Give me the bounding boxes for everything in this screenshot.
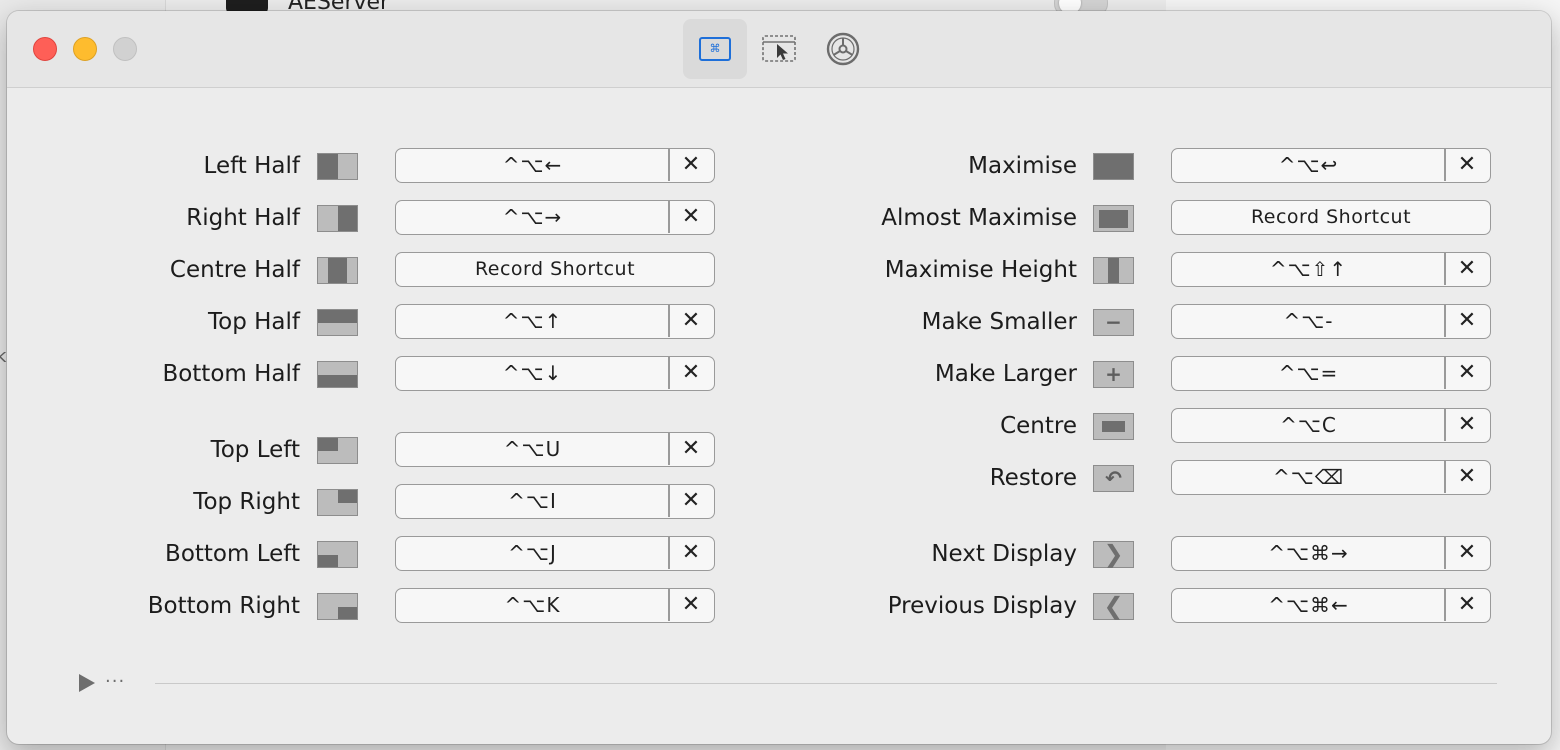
- zoom-window-button[interactable]: [113, 37, 137, 61]
- previous-display-icon: ❮: [1093, 593, 1134, 620]
- clear-shortcut-icon[interactable]: ✕: [1445, 149, 1489, 181]
- shortcut-field[interactable]: ^⌥⌘→ ✕: [1171, 536, 1491, 571]
- title-bar: ⌘: [7, 11, 1551, 88]
- shortcut-row: Maximise Height ^⌥⇧↑ ✕: [7, 252, 1551, 288]
- shortcut-row: Centre ^⌥C ✕: [7, 408, 1551, 444]
- maximise-height-icon: [1093, 257, 1134, 284]
- shortcut-row: Almost Maximise Record Shortcut: [7, 200, 1551, 236]
- shortcut-row: Maximise ^⌥↩ ✕: [7, 148, 1551, 184]
- shortcut-label: Almost Maximise: [881, 205, 1077, 231]
- clear-shortcut-icon[interactable]: ✕: [1445, 589, 1489, 621]
- shortcut-row: Restore ↶ ^⌥⌫ ✕: [7, 460, 1551, 496]
- shortcut-label: Make Larger: [934, 361, 1077, 387]
- shortcut-label: Centre: [1000, 413, 1077, 439]
- close-window-button[interactable]: [33, 37, 57, 61]
- shortcut-label: Next Display: [931, 541, 1077, 567]
- shortcut-field[interactable]: ^⌥- ✕: [1171, 304, 1491, 339]
- shortcut-label: Previous Display: [887, 593, 1077, 619]
- shortcut-keys: ^⌥-: [1283, 309, 1334, 333]
- restore-icon: ↶: [1093, 465, 1134, 492]
- command-key-icon: ⌘: [699, 37, 731, 61]
- shortcut-keys: ^⌥⇧↑: [1269, 257, 1348, 281]
- shortcut-label: Make Smaller: [921, 309, 1077, 335]
- minimize-window-button[interactable]: [73, 37, 97, 61]
- next-display-icon: ❯: [1093, 541, 1134, 568]
- shortcut-keys: ^⌥↩: [1278, 153, 1339, 177]
- record-shortcut-label: Record Shortcut: [1250, 206, 1412, 228]
- shortcut-row: Make Smaller − ^⌥- ✕: [7, 304, 1551, 340]
- make-larger-icon: +: [1093, 361, 1134, 388]
- background-edge-text: k: [0, 346, 7, 367]
- shortcut-field[interactable]: ^⌥= ✕: [1171, 356, 1491, 391]
- clear-shortcut-icon[interactable]: ✕: [1445, 305, 1489, 337]
- shortcut-label: Maximise Height: [884, 257, 1077, 283]
- keyboard-shortcuts-tab[interactable]: ⌘: [683, 19, 747, 79]
- shortcut-row: Next Display ❯ ^⌥⌘→ ✕: [7, 536, 1551, 572]
- gear-icon: [826, 32, 860, 66]
- shortcut-keys: ^⌥⌘←: [1268, 593, 1349, 617]
- shortcut-field[interactable]: ^⌥↩ ✕: [1171, 148, 1491, 183]
- centre-icon: [1093, 413, 1134, 440]
- snap-areas-tab[interactable]: [748, 19, 812, 79]
- record-shortcut-button[interactable]: Record Shortcut: [1171, 200, 1491, 235]
- almost-maximise-icon: [1093, 205, 1134, 232]
- shortcut-row: Make Larger + ^⌥= ✕: [7, 356, 1551, 392]
- clear-shortcut-icon[interactable]: ✕: [1445, 537, 1489, 569]
- window-cursor-icon: [762, 35, 796, 62]
- footer-divider: [155, 683, 1497, 684]
- shortcut-field[interactable]: ^⌥⌫ ✕: [1171, 460, 1491, 495]
- shortcut-keys: ^⌥=: [1278, 361, 1339, 385]
- shortcut-field[interactable]: ^⌥⇧↑ ✕: [1171, 252, 1491, 287]
- shortcut-label: Maximise: [968, 153, 1077, 179]
- shortcut-label: Restore: [989, 465, 1077, 491]
- clear-shortcut-icon[interactable]: ✕: [1445, 357, 1489, 389]
- more-options-icon[interactable]: ···: [105, 671, 125, 692]
- preferences-window: ⌘ Left Half ^⌥← ✕ Right Half ^⌥→ ✕ Centre Half…: [7, 11, 1551, 744]
- shortcut-field[interactable]: ^⌥⌘← ✕: [1171, 588, 1491, 623]
- shortcut-keys: ^⌥⌫: [1272, 465, 1345, 489]
- play-icon[interactable]: [79, 674, 95, 692]
- general-settings-tab[interactable]: [811, 19, 875, 79]
- shortcut-keys: ^⌥C: [1280, 413, 1337, 437]
- shortcut-keys: ^⌥⌘→: [1268, 541, 1349, 565]
- clear-shortcut-icon[interactable]: ✕: [1445, 409, 1489, 441]
- clear-shortcut-icon[interactable]: ✕: [1445, 253, 1489, 285]
- clear-shortcut-icon[interactable]: ✕: [1445, 461, 1489, 493]
- make-smaller-icon: −: [1093, 309, 1134, 336]
- shortcut-row: Previous Display ❮ ^⌥⌘← ✕: [7, 588, 1551, 624]
- shortcut-field[interactable]: ^⌥C ✕: [1171, 408, 1491, 443]
- svg-text:⌘: ⌘: [710, 42, 721, 55]
- maximise-icon: [1093, 153, 1134, 180]
